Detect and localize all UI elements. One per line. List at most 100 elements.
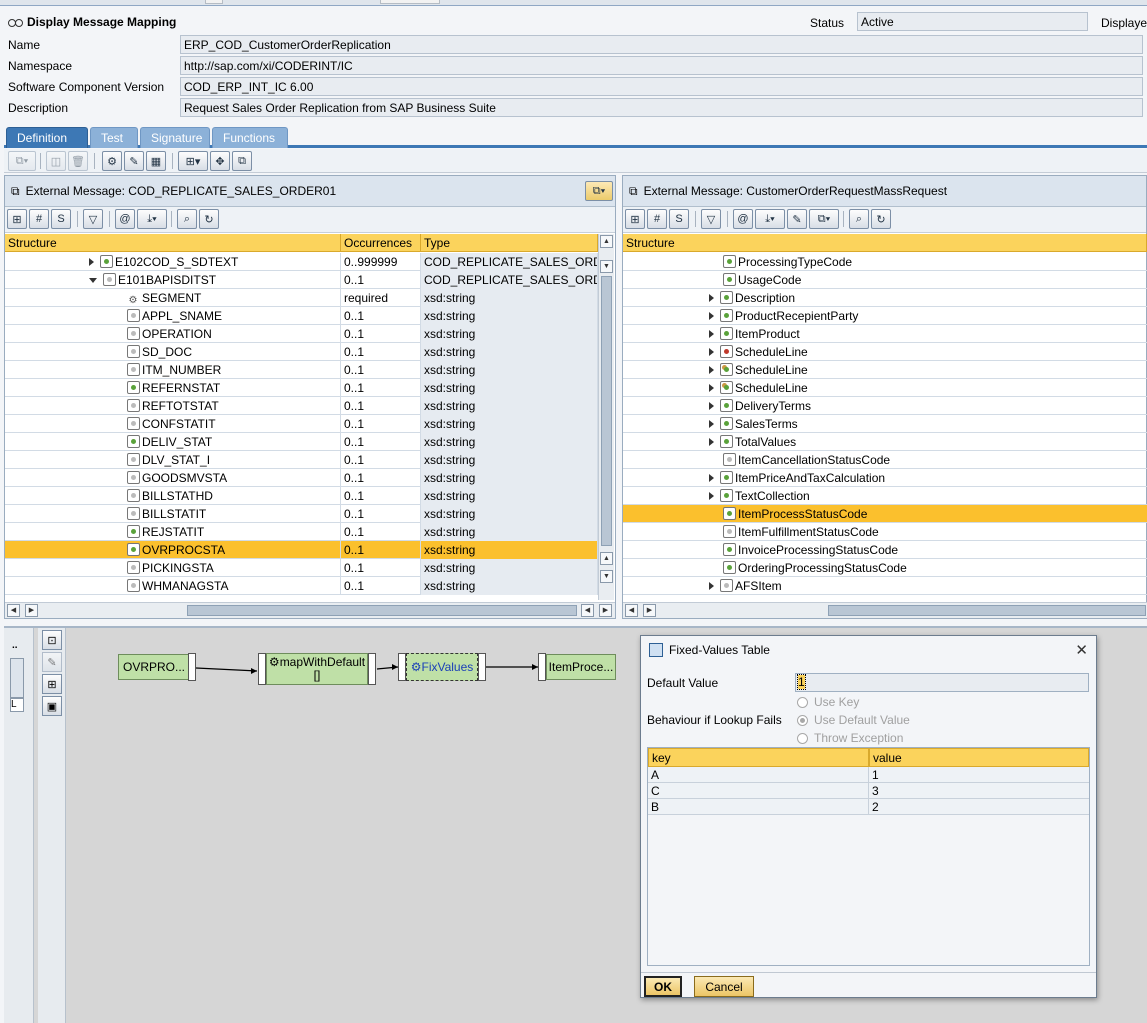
tree-row[interactable]: ProductRecepientParty [623, 307, 1147, 325]
table-row[interactable]: A1 [648, 767, 1089, 783]
tree-row[interactable]: ScheduleLine [623, 379, 1147, 397]
ok-button[interactable]: OK [644, 976, 682, 997]
filter-icon[interactable]: ▽ [701, 209, 721, 229]
node-function-icon[interactable]: @ [115, 209, 135, 229]
refresh-icon[interactable]: ↻ [199, 209, 219, 229]
table-row[interactable]: B2 [648, 799, 1089, 815]
scroll-left-icon[interactable]: ◀ [7, 604, 20, 617]
expand-arrow-icon[interactable] [709, 384, 714, 392]
src-icon[interactable]: S [51, 209, 71, 229]
grid-icon[interactable]: # [29, 209, 49, 229]
option-throw-exception[interactable]: Throw Exception [797, 731, 903, 745]
radio-use-default[interactable] [797, 715, 808, 726]
table-row[interactable]: ITM_NUMBER 0..1 xsd:string [5, 361, 598, 379]
expand-arrow-icon[interactable] [709, 330, 714, 338]
structure-cell[interactable]: BILLSTATIT [5, 505, 341, 523]
value-cell[interactable]: 2 [872, 800, 879, 814]
target-hscrollbar[interactable]: ◀ ▶ [623, 602, 1147, 618]
top-tab-stub[interactable] [380, 0, 440, 4]
copy-object-icon[interactable]: ⧉▾ [8, 151, 36, 171]
layout-dropdown-icon[interactable]: ⊞▾ [178, 151, 208, 171]
structure-cell[interactable]: GOODSMVSTA [5, 469, 341, 487]
src-icon[interactable]: S [669, 209, 689, 229]
tree-row[interactable]: InvoiceProcessingStatusCode [623, 541, 1147, 559]
insert-icon[interactable]: ⊡ [42, 630, 62, 650]
col-key[interactable]: key [648, 748, 869, 767]
structure-cell[interactable]: OPERATION [5, 325, 341, 343]
document-icon[interactable]: ✎ [787, 209, 807, 229]
tab-functions[interactable]: Functions [212, 127, 288, 148]
swcv-field[interactable]: COD_ERP_INT_IC 6.00 [180, 77, 1143, 96]
table-row[interactable]: APPL_SNAME 0..1 xsd:string [5, 307, 598, 325]
structure-cell[interactable]: CONFSTATIT [5, 415, 341, 433]
context-dropdown-icon[interactable]: ⤓▾ [755, 209, 785, 229]
structure-cell[interactable]: E101BAPISDITST [5, 271, 341, 289]
split-view-icon[interactable]: ◫ [46, 151, 66, 171]
node-function-icon[interactable]: @ [733, 209, 753, 229]
tree-row[interactable]: TextCollection [623, 487, 1147, 505]
tree-icon[interactable]: ⊞ [7, 209, 27, 229]
expand-arrow-icon[interactable] [709, 582, 714, 590]
hscroll-thumb[interactable] [828, 605, 1146, 616]
structure-cell[interactable]: ITM_NUMBER [5, 361, 341, 379]
func1-in-port[interactable] [258, 653, 266, 685]
table-row[interactable]: WHMANAGSTA 0..1 xsd:string [5, 577, 598, 595]
mapwithdefault-function[interactable]: ⚙mapWithDefault [] [266, 653, 368, 685]
structure-cell[interactable]: APPL_SNAME [5, 307, 341, 325]
structure-cell[interactable]: DELIV_STAT [5, 433, 341, 451]
tree-row[interactable]: ItemFulfillmentStatusCode [623, 523, 1147, 541]
source-vscrollbar[interactable]: ▼ ▲ ▼ [598, 258, 614, 600]
tree-row[interactable]: ScheduleLine [623, 343, 1147, 361]
func2-out-port[interactable] [478, 653, 486, 681]
structure-cell[interactable]: REFTOTSTAT [5, 397, 341, 415]
col-structure[interactable]: Structure [5, 234, 341, 252]
col-occurrences[interactable]: Occurrences [341, 234, 421, 252]
grid-icon[interactable]: # [647, 209, 667, 229]
pane-options-icon[interactable]: ⧉▾ [585, 181, 613, 201]
key-cell[interactable]: B [651, 800, 659, 814]
expand-arrow-icon[interactable] [709, 474, 714, 482]
table-row[interactable]: PICKINGSTA 0..1 xsd:string [5, 559, 598, 577]
windows-icon[interactable]: ⧉ [232, 151, 252, 171]
table-row[interactable]: OPERATION 0..1 xsd:string [5, 325, 598, 343]
arrange-icon[interactable]: ✥ [210, 151, 230, 171]
structure-cell[interactable]: E102COD_S_SDTEXT [5, 253, 341, 271]
table-row[interactable]: GOODSMVSTA 0..1 xsd:string [5, 469, 598, 487]
close-icon[interactable]: ✕ [1075, 641, 1088, 659]
structure-cell[interactable]: DLV_STAT_I [5, 451, 341, 469]
scroll-left-icon[interactable]: ◀ [581, 604, 594, 617]
context-dropdown-icon[interactable]: ⤓▾ [137, 209, 167, 229]
structure-cell[interactable]: WHMANAGSTA [5, 577, 341, 595]
table-row[interactable]: C3 [648, 783, 1089, 799]
expand-arrow-icon[interactable] [709, 420, 714, 428]
tree-row[interactable]: ProcessingTypeCode [623, 253, 1147, 271]
table-row[interactable]: ⚙ SEGMENT required xsd:string [5, 289, 598, 307]
description-field[interactable]: Request Sales Order Replication from SAP… [180, 98, 1143, 117]
scroll-right-icon[interactable]: ▶ [25, 604, 38, 617]
expand-arrow-icon[interactable] [709, 492, 714, 500]
namespace-field[interactable]: http://sap.com/xi/CODERINT/IC [180, 56, 1143, 75]
source-top-scrollbar[interactable]: ▲ [598, 234, 614, 258]
table-row[interactable]: BILLSTATIT 0..1 xsd:string [5, 505, 598, 523]
tree-row[interactable]: DeliveryTerms [623, 397, 1147, 415]
structure-cell[interactable]: REJSTATIT [5, 523, 341, 541]
tree-row[interactable]: ItemCancellationStatusCode [623, 451, 1147, 469]
table-row[interactable]: SD_DOC 0..1 xsd:string [5, 343, 598, 361]
tree-row[interactable]: ItemPriceAndTaxCalculation [623, 469, 1147, 487]
table-row[interactable]: DLV_STAT_I 0..1 xsd:string [5, 451, 598, 469]
key-cell[interactable]: C [651, 784, 660, 798]
settings-gear-icon[interactable]: ⚙ [102, 151, 122, 171]
find-icon[interactable]: ⌕ [177, 209, 197, 229]
func1-out-port[interactable] [368, 653, 376, 685]
tree-icon[interactable]: ⊞ [625, 209, 645, 229]
scroll-left-icon[interactable]: ◀ [625, 604, 638, 617]
tree-row[interactable]: ItemProcessStatusCode [623, 505, 1147, 523]
value-cell[interactable]: 3 [872, 784, 879, 798]
collapse-arrow-icon[interactable] [89, 278, 97, 284]
func2-in-port[interactable] [398, 653, 406, 681]
tab-definition[interactable]: Definition [6, 127, 88, 148]
structure-cell[interactable]: OVRPROCSTA [5, 541, 341, 559]
document-edit-icon[interactable]: ✎ [124, 151, 144, 171]
structure-cell[interactable]: SD_DOC [5, 343, 341, 361]
structure-cell[interactable]: REFERNSTAT [5, 379, 341, 397]
